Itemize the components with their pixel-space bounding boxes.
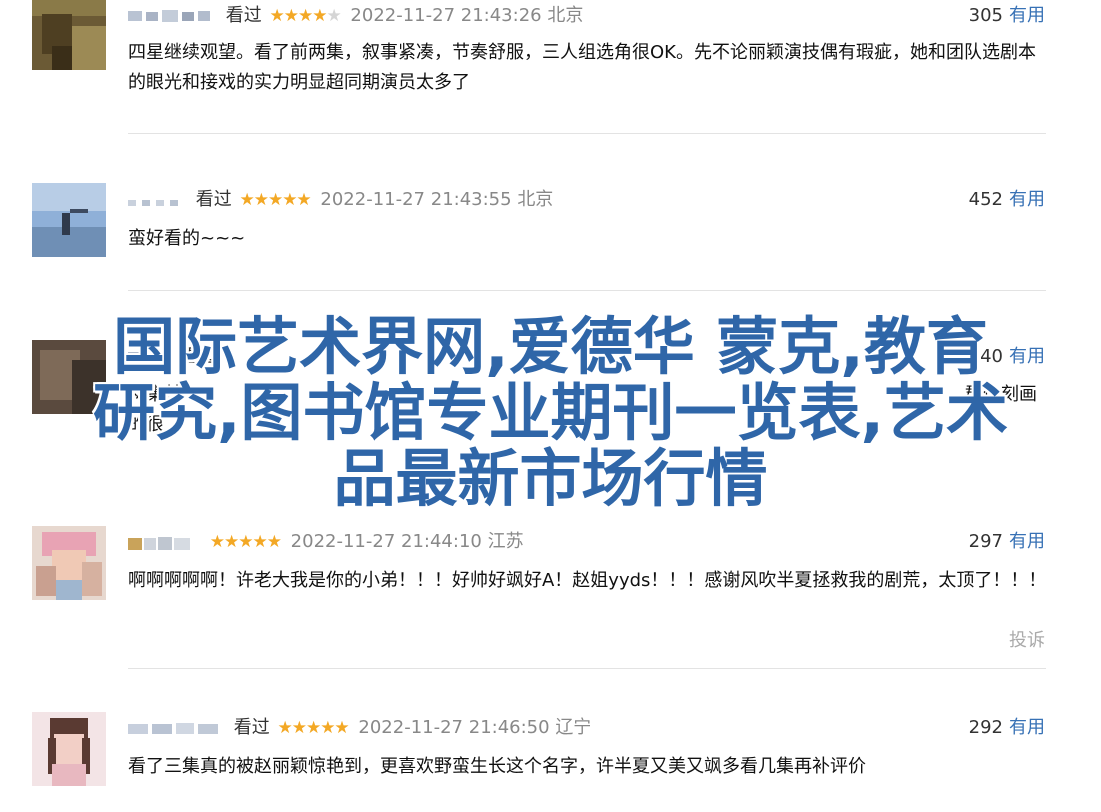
review-location: 北京 bbox=[547, 5, 584, 26]
vote-count: 292 bbox=[968, 717, 1003, 738]
user-avatar[interactable] bbox=[32, 0, 106, 70]
rating-stars-on: ★★★★ bbox=[269, 6, 327, 26]
username-blurred[interactable] bbox=[128, 720, 220, 736]
user-avatar[interactable] bbox=[32, 340, 106, 414]
review-time: 2022-11-27 21:46:50 bbox=[358, 717, 550, 738]
vote-area: 305 有用 bbox=[969, 2, 1045, 30]
username-blurred[interactable] bbox=[128, 192, 182, 208]
useful-button[interactable]: 有用 bbox=[1009, 346, 1045, 367]
rating-stars: ★★★★★ bbox=[209, 532, 282, 552]
review-content-line: 的很 bbox=[128, 414, 164, 435]
rating-stars: ★★★★★ bbox=[269, 6, 341, 26]
review-meta: 看过 ★★★★★ 2022-11-27 21:43:26 北京 bbox=[128, 2, 583, 30]
review-content: 看了三集真的被赵丽颖惊艳到，更喜欢野蛮生长这个名字，许半夏又美又飒多看几集再补评… bbox=[128, 756, 866, 777]
review-content: 啊啊啊啊啊！许老大我是你的小弟！！！好帅好飒好A！赵姐yyds！！！感谢风吹半夏… bbox=[128, 570, 1047, 591]
review-divider bbox=[128, 290, 1046, 291]
rating-stars: ★★★★★ bbox=[277, 718, 349, 738]
user-avatar[interactable] bbox=[32, 183, 106, 257]
review-location: 江苏 bbox=[487, 531, 524, 552]
review-meta: 看过 ★★★★★ 2022-11-27 21:43:55 北京 bbox=[128, 186, 553, 214]
username-blurred[interactable] bbox=[128, 8, 212, 24]
useful-button[interactable]: 有用 bbox=[1009, 5, 1045, 26]
report-button[interactable]: 投诉 bbox=[1009, 626, 1045, 652]
rating-stars-on: ★★★★★ bbox=[209, 532, 282, 552]
review-meta: 看过 ★★★★★ 2022-11-27 21:46:50 辽宁 bbox=[128, 714, 591, 742]
useful-button[interactable]: 有用 bbox=[1009, 717, 1045, 738]
review-divider bbox=[128, 133, 1046, 134]
watched-label: 看过 bbox=[233, 717, 270, 738]
username-blurred[interactable] bbox=[128, 534, 194, 550]
review-location: 辽宁 bbox=[555, 717, 592, 738]
overlay-line-3: 品最新市场行情 bbox=[333, 442, 768, 515]
review-content: 蛮好看的~~~ bbox=[128, 228, 246, 249]
review-content-line-end: 群像刻画 bbox=[965, 384, 1037, 405]
watched-label: 看过 bbox=[225, 5, 262, 26]
vote-area: 452 有用 bbox=[969, 186, 1045, 214]
user-avatar[interactable] bbox=[32, 712, 106, 786]
review-meta: 看过 bbox=[128, 343, 218, 371]
username-blurred[interactable] bbox=[128, 349, 168, 365]
rating-stars-off: ★ bbox=[326, 6, 341, 26]
rating-stars-on: ★★★★★ bbox=[277, 718, 349, 738]
review-content: 四星继续观望。看了前两集，叙事紧凑，节奏舒服，三人组选角很OK。先不论丽颖演技偶… bbox=[128, 42, 1036, 93]
vote-count: 440 bbox=[968, 346, 1003, 367]
vote-count: 452 bbox=[968, 189, 1003, 210]
review-meta: ★★★★★ 2022-11-27 21:44:10 江苏 bbox=[128, 528, 524, 556]
review-time: 2022-11-27 21:43:26 bbox=[350, 5, 542, 26]
useful-button[interactable]: 有用 bbox=[1009, 189, 1045, 210]
review-time: 2022-11-27 21:43:55 bbox=[320, 189, 512, 210]
vote-area: 292 有用 bbox=[969, 714, 1045, 742]
vote-area: 297 有用 bbox=[969, 528, 1045, 556]
review-time: 2022-11-27 21:44:10 bbox=[290, 531, 482, 552]
review-location: 北京 bbox=[517, 189, 554, 210]
watched-label: 看过 bbox=[181, 346, 218, 367]
watched-label: 看过 bbox=[195, 189, 232, 210]
vote-area: 440 有用 bbox=[969, 343, 1045, 371]
vote-count: 297 bbox=[968, 531, 1003, 552]
useful-button[interactable]: 有用 bbox=[1009, 531, 1045, 552]
rating-stars: ★★★★★ bbox=[239, 190, 311, 210]
vote-count: 305 bbox=[968, 5, 1003, 26]
review-content-line: 两集基 bbox=[128, 384, 182, 405]
rating-stars-on: ★★★★★ bbox=[239, 190, 311, 210]
review-divider bbox=[128, 668, 1046, 669]
user-avatar[interactable] bbox=[32, 526, 106, 600]
